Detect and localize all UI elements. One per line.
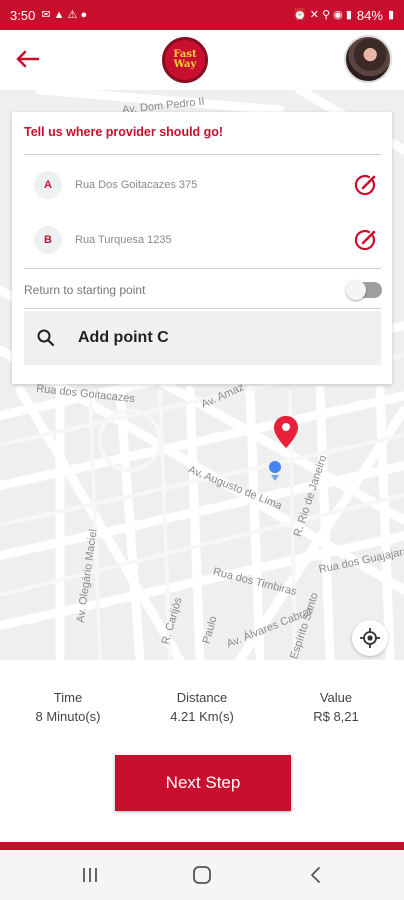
search-icon	[37, 329, 55, 347]
value-stat: Value R$ 8,21	[276, 690, 396, 724]
divider	[24, 308, 381, 309]
return-toggle[interactable]	[346, 280, 382, 300]
crosshair-icon	[360, 628, 380, 648]
my-location-button[interactable]	[352, 620, 388, 656]
user-avatar[interactable]	[344, 35, 392, 83]
system-nav-bar	[0, 850, 404, 900]
battery-percent: 84%	[356, 7, 383, 23]
value-label: Value	[319, 690, 353, 705]
divider	[24, 154, 381, 155]
notification-icons: ✉ ▲ ⚠ ●	[41, 8, 88, 21]
value-amount: R$ 8,21	[313, 709, 359, 724]
distance-stat: Distance 4.21 Km(s)	[142, 690, 262, 724]
brand-logo: Fast Way	[162, 37, 208, 83]
edit-icon[interactable]	[353, 227, 379, 253]
back-arrow-icon[interactable]	[12, 44, 42, 74]
recent-apps-icon[interactable]	[78, 863, 102, 887]
app-header: Fast Way	[0, 30, 404, 90]
stop-address[interactable]: Rua Dos Goitacazes 375	[75, 179, 197, 191]
stop-badge: B	[34, 226, 62, 254]
toggle-knob	[346, 280, 366, 300]
destination-pin-icon[interactable]	[274, 416, 298, 448]
return-label: Return to starting point	[24, 283, 146, 297]
add-point-label: Add point C	[78, 329, 169, 346]
distance-value: 4.21 Km(s)	[170, 709, 234, 724]
edit-icon[interactable]	[353, 172, 379, 198]
bottom-accent-bar	[0, 842, 404, 850]
time-stat: Time 8 Minuto(s)	[8, 690, 128, 724]
distance-label: Distance	[176, 690, 228, 705]
return-row: Return to starting point	[24, 280, 382, 300]
stop-row-a[interactable]: A Rua Dos Goitacazes 375	[34, 167, 379, 203]
home-icon[interactable]	[190, 863, 214, 887]
next-step-button[interactable]: Next Step	[115, 755, 291, 811]
battery-icon: ▮	[387, 8, 394, 21]
stop-badge: A	[34, 171, 62, 199]
route-form-card: Tell us where provider should go! A Rua …	[12, 112, 392, 384]
time-value: 8 Minuto(s)	[35, 709, 101, 724]
back-nav-icon[interactable]	[304, 863, 328, 887]
form-title: Tell us where provider should go!	[24, 125, 224, 139]
trip-summary: Time 8 Minuto(s) Distance 4.21 Km(s) Val…	[0, 690, 404, 730]
time-label: Time	[53, 690, 83, 705]
logo-text-way: Way	[173, 59, 197, 70]
status-bar: 3:50 ✉ ▲ ⚠ ● ⏰ ✕ ⚲ ◉ ▮ 84% ▮	[0, 0, 404, 30]
current-location-icon	[269, 461, 281, 481]
status-time: 3:50	[10, 7, 36, 23]
system-icons: ⏰ ✕ ⚲ ◉ ▮	[293, 8, 352, 21]
add-point-button[interactable]: Add point C	[24, 311, 381, 365]
stop-row-b[interactable]: B Rua Turquesa 1235	[34, 222, 379, 258]
divider	[24, 268, 381, 269]
stop-address[interactable]: Rua Turquesa 1235	[75, 234, 172, 246]
